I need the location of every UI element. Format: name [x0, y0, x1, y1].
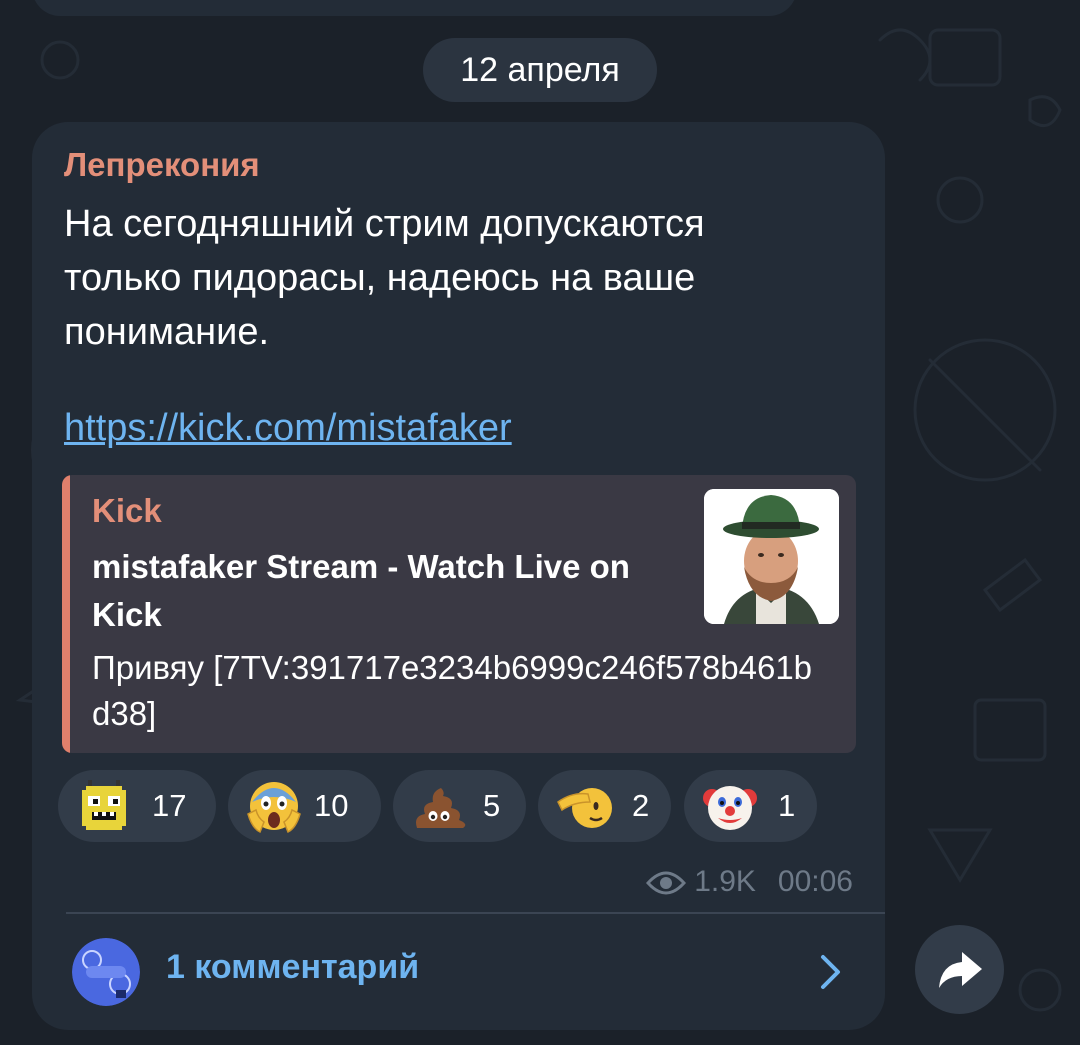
reaction-poop[interactable]: 5: [393, 770, 526, 842]
post-time: 00:06: [777, 865, 853, 898]
view-count: 1.9K: [694, 865, 756, 898]
preview-accent-bar: [62, 475, 70, 753]
share-button[interactable]: [915, 925, 1004, 1014]
comments-button[interactable]: 1 комментарий: [32, 922, 885, 1022]
comments-divider: [66, 912, 885, 914]
preview-title: mistafaker Stream - Watch Live on Kick: [92, 548, 630, 633]
post-text: На сегодняшний стрим допускаются только …: [64, 203, 705, 353]
eye-icon: [646, 871, 687, 895]
screaming-face-icon: [247, 782, 301, 834]
link-preview-card[interactable]: Kick mistafaker Stream - Watch Live on K…: [62, 475, 856, 753]
previous-message-bubble: [32, 0, 797, 16]
post-author: Лепрекония: [64, 146, 260, 183]
reaction-screaming-face[interactable]: 10: [228, 770, 381, 842]
date-separator: 12 апреля: [423, 38, 657, 102]
reaction-count: 1: [778, 788, 796, 823]
chevron-right-icon: [821, 955, 840, 989]
post-link[interactable]: https://kick.com/mistafaker: [64, 407, 512, 450]
reaction-clown-face[interactable]: 1: [684, 770, 817, 842]
reaction-count: 10: [314, 788, 349, 823]
share-arrow-icon: [939, 952, 982, 988]
reaction-pixel-face[interactable]: 17: [58, 770, 216, 842]
saluting-face-icon: [557, 788, 612, 828]
reaction-saluting-face[interactable]: 2: [538, 770, 671, 842]
reaction-count: 5: [483, 788, 501, 823]
preview-site-name: Kick: [92, 492, 162, 529]
channel-post-bubble: Лепрекония На сегодняшний стрим допускаю…: [32, 122, 885, 1030]
commenter-avatar: [72, 938, 140, 1006]
poop-icon: [416, 788, 466, 828]
preview-thumbnail: [704, 489, 839, 624]
pixel-face-icon: [82, 780, 126, 830]
post-meta: 1.9K 00:06: [646, 862, 853, 902]
reaction-count: 2: [632, 788, 650, 823]
comments-label: 1 комментарий: [166, 948, 420, 986]
clown-face-icon: [703, 786, 757, 830]
reaction-count: 17: [152, 788, 187, 823]
preview-description: Привяу [7TV:391717e3234b6999c246f578b461…: [92, 649, 813, 732]
